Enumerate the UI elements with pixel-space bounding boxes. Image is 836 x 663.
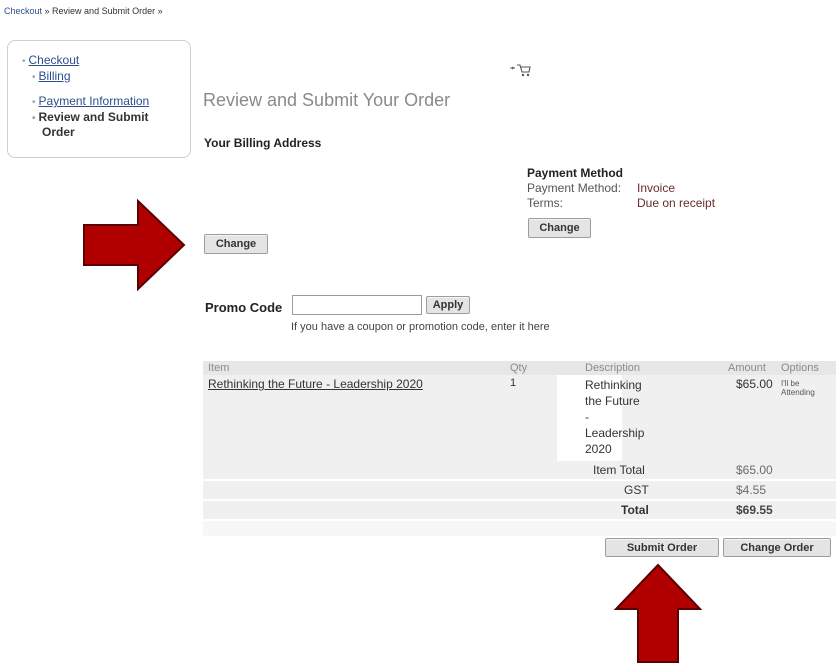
order-item-qty: 1 <box>510 377 517 389</box>
table-header-qty: Qty <box>510 362 528 374</box>
bullet-icon: • <box>32 113 36 124</box>
table-header-description: Description <box>585 362 641 374</box>
table-footer-row <box>203 521 836 536</box>
red-arrow-up-icon <box>613 563 703 663</box>
nav-review-label: Review and Submit <box>38 110 149 124</box>
payment-method-value: Invoice <box>637 181 676 195</box>
change-order-button[interactable]: Change Order <box>723 538 831 557</box>
nav-item-checkout: • Checkout <box>22 53 79 69</box>
nav-checkout-link[interactable]: Checkout <box>29 53 80 67</box>
table-header-options: Options <box>781 362 819 374</box>
shopping-cart-icon <box>510 64 531 77</box>
total-label: Total <box>621 503 649 517</box>
promo-hint-text: If you have a coupon or promotion code, … <box>291 321 550 333</box>
change-billing-button[interactable]: Change <box>204 234 268 254</box>
order-item-description-line: Rethinking <box>585 378 642 392</box>
breadcrumb-separator: » <box>155 6 163 16</box>
terms-value: Due on receipt <box>637 196 716 210</box>
breadcrumb-current: Review and Submit Order <box>52 6 156 16</box>
order-item-description-line: Leadership <box>585 426 645 440</box>
nav-billing-link[interactable]: Billing <box>39 69 71 83</box>
total-value: $69.55 <box>736 503 773 517</box>
promo-code-label: Promo Code <box>205 300 283 315</box>
nav-payment-link[interactable]: Payment Information <box>39 94 150 108</box>
bullet-icon: • <box>32 72 36 83</box>
submit-order-button[interactable]: Submit Order <box>605 538 719 557</box>
nav-item-billing: • Billing <box>32 69 71 85</box>
breadcrumb-checkout-link[interactable]: Checkout <box>4 6 42 16</box>
bullet-icon: • <box>22 56 26 67</box>
table-header-row: Item Qty Description Amount Options <box>203 361 836 375</box>
table-header-item: Item <box>208 362 230 374</box>
payment-method-label: Payment Method: <box>527 181 622 195</box>
red-arrow-right-icon <box>83 198 186 292</box>
terms-label: Terms: <box>527 196 563 210</box>
nav-item-review-line2: Order <box>42 125 75 139</box>
checkout-steps-nav: • Checkout • Billing • Payment Information … <box>7 40 191 158</box>
gst-label: GST <box>624 483 649 497</box>
table-header-amount: Amount <box>728 362 766 374</box>
order-item-link[interactable]: Rethinking the Future - Leadership 2020 <box>208 377 423 391</box>
change-payment-button[interactable]: Change <box>528 218 591 238</box>
order-item-option-line: Attending <box>781 388 815 397</box>
order-item-description-line: - <box>585 410 589 424</box>
nav-item-payment: • Payment Information <box>32 94 149 110</box>
apply-promo-button[interactable]: Apply <box>426 296 470 314</box>
breadcrumb: Checkout » Review and Submit Order » <box>4 6 163 16</box>
order-item-amount: $65.00 <box>736 377 773 391</box>
gst-value: $4.55 <box>736 483 767 497</box>
item-total-value: $65.00 <box>736 463 773 477</box>
billing-address-heading: Your Billing Address <box>204 136 322 150</box>
page-title: Review and Submit Your Order <box>203 90 451 110</box>
order-item-option-line: I'll be <box>781 379 800 388</box>
payment-method-heading: Payment Method <box>527 166 624 180</box>
order-table: Item Qty Description Amount Options Reth… <box>203 361 836 536</box>
breadcrumb-separator: » <box>42 6 53 16</box>
order-item-description-line: the Future <box>585 394 640 408</box>
nav-item-review: • Review and Submit <box>32 110 149 126</box>
order-item-description-line: 2020 <box>585 442 612 456</box>
bullet-icon: • <box>32 97 36 108</box>
promo-code-input[interactable] <box>292 295 422 315</box>
item-total-label: Item Total <box>593 463 645 477</box>
